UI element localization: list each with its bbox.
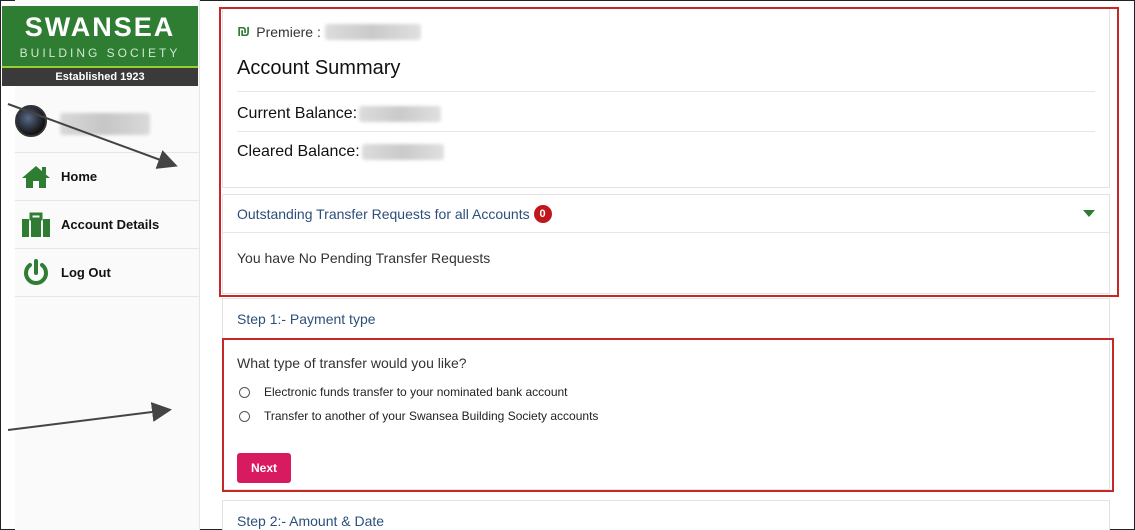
current-balance-value-redacted xyxy=(359,106,442,122)
sidebar-item-home[interactable]: Home xyxy=(15,153,200,201)
username-redacted xyxy=(60,113,150,135)
avatar xyxy=(15,105,47,137)
account-summary-card: ₪ Premiere : Account Summary Current Bal… xyxy=(222,8,1110,188)
option-internal-transfer[interactable]: Transfer to another of your Swansea Buil… xyxy=(239,409,598,423)
briefcase-icon xyxy=(19,210,53,240)
no-pending-message: You have No Pending Transfer Requests xyxy=(237,250,491,266)
account-type: ₪ Premiere : xyxy=(237,23,421,40)
power-icon xyxy=(19,258,53,288)
sidebar-item-label: Log Out xyxy=(61,265,111,280)
outstanding-transfers-card: Outstanding Transfer Requests for all Ac… xyxy=(222,194,1110,294)
brand-name: SWANSEA xyxy=(24,12,176,42)
option-electronic-funds-transfer[interactable]: Electronic funds transfer to your nomina… xyxy=(239,385,568,399)
transfer-count-badge: 0 xyxy=(533,204,552,223)
transfer-type-question: What type of transfer would you like? xyxy=(237,355,467,371)
cleared-balance-value-redacted xyxy=(361,144,444,160)
sidebar-item-log-out[interactable]: Log Out xyxy=(15,249,200,297)
premiere-label: Premiere : xyxy=(256,23,321,40)
brand-logo[interactable]: SWANSEA BUILDING SOCIETY Established 192… xyxy=(2,6,198,86)
step1-title: Step 1:- Payment type xyxy=(237,311,376,327)
brand-subtitle: BUILDING SOCIETY xyxy=(19,46,181,60)
step2-panel-header[interactable]: Step 2:- Amount & Date xyxy=(222,500,1110,530)
payment-type-panel: What type of transfer would you like? El… xyxy=(222,338,1110,490)
option-label: Transfer to another of your Swansea Buil… xyxy=(264,409,599,423)
radio-button[interactable] xyxy=(239,410,250,422)
home-icon xyxy=(19,162,53,192)
current-balance-label: Current Balance: xyxy=(237,105,358,122)
step1-panel-header[interactable]: Step 1:- Payment type xyxy=(222,298,1110,338)
outstanding-transfers-toggle[interactable]: Outstanding Transfer Requests for all Ac… xyxy=(223,195,1109,233)
premiere-icon: ₪ xyxy=(237,23,251,40)
cleared-balance-label: Cleared Balance: xyxy=(237,143,360,160)
user-profile xyxy=(15,95,200,153)
sidebar-item-label: Home xyxy=(61,169,98,184)
divider xyxy=(237,131,1095,132)
brand-established: Established 1923 xyxy=(2,66,198,86)
sidebar-item-label: Account Details xyxy=(61,217,160,232)
next-button[interactable]: Next xyxy=(237,453,291,483)
option-label: Electronic funds transfer to your nomina… xyxy=(264,385,568,399)
account-number-redacted xyxy=(324,23,421,40)
outstanding-transfers-title: Outstanding Transfer Requests for all Ac… xyxy=(237,205,530,222)
caret-down-icon[interactable] xyxy=(1083,210,1095,217)
current-balance: Current Balance: xyxy=(237,105,442,123)
page-title: Account Summary xyxy=(237,57,401,79)
sidebar-item-account-details[interactable]: Account Details xyxy=(15,201,200,249)
divider xyxy=(237,91,1095,92)
step2-title: Step 2:- Amount & Date xyxy=(237,513,385,529)
radio-button[interactable] xyxy=(239,386,250,398)
cleared-balance: Cleared Balance: xyxy=(237,143,444,161)
